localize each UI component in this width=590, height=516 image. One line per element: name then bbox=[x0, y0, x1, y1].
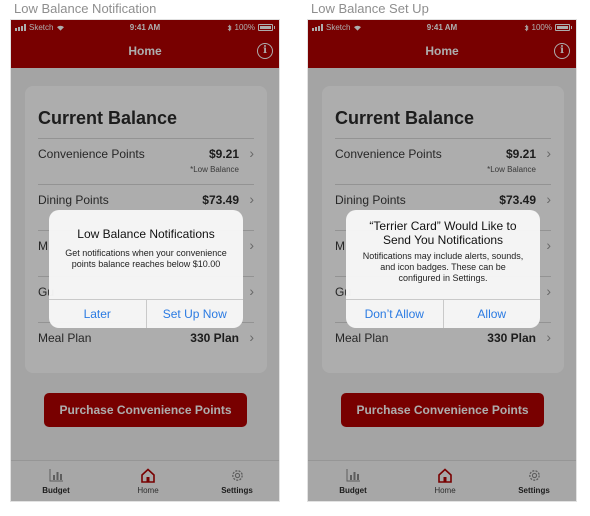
alert-buttons: Don’t Allow Allow bbox=[346, 299, 540, 328]
artboard-title: Low Balance Notification bbox=[14, 1, 157, 16]
dont-allow-button[interactable]: Don’t Allow bbox=[346, 300, 443, 328]
later-button[interactable]: Later bbox=[49, 300, 146, 328]
allow-button[interactable]: Allow bbox=[442, 300, 541, 328]
low-balance-alert: Low Balance Notifications Get notificati… bbox=[49, 210, 243, 328]
alert-message: Get notifications when your convenience … bbox=[65, 248, 227, 269]
alert-buttons: Later Set Up Now bbox=[49, 299, 243, 328]
phone-screen: Sketch 9:41 AM 100% Home i Current Balan… bbox=[307, 19, 577, 502]
alert-message: Notifications may include alerts, sounds… bbox=[362, 251, 524, 283]
phone-screen: Sketch 9:41 AM 100% Home i Current Balan… bbox=[10, 19, 280, 502]
notification-permission-alert: “Terrier Card” Would Like to Send You No… bbox=[346, 210, 540, 328]
alert-title: Low Balance Notifications bbox=[77, 227, 215, 241]
artboard-title: Low Balance Set Up bbox=[311, 1, 429, 16]
alert-title: “Terrier Card” Would Like to Send You No… bbox=[369, 219, 517, 247]
set-up-now-button[interactable]: Set Up Now bbox=[145, 300, 244, 328]
